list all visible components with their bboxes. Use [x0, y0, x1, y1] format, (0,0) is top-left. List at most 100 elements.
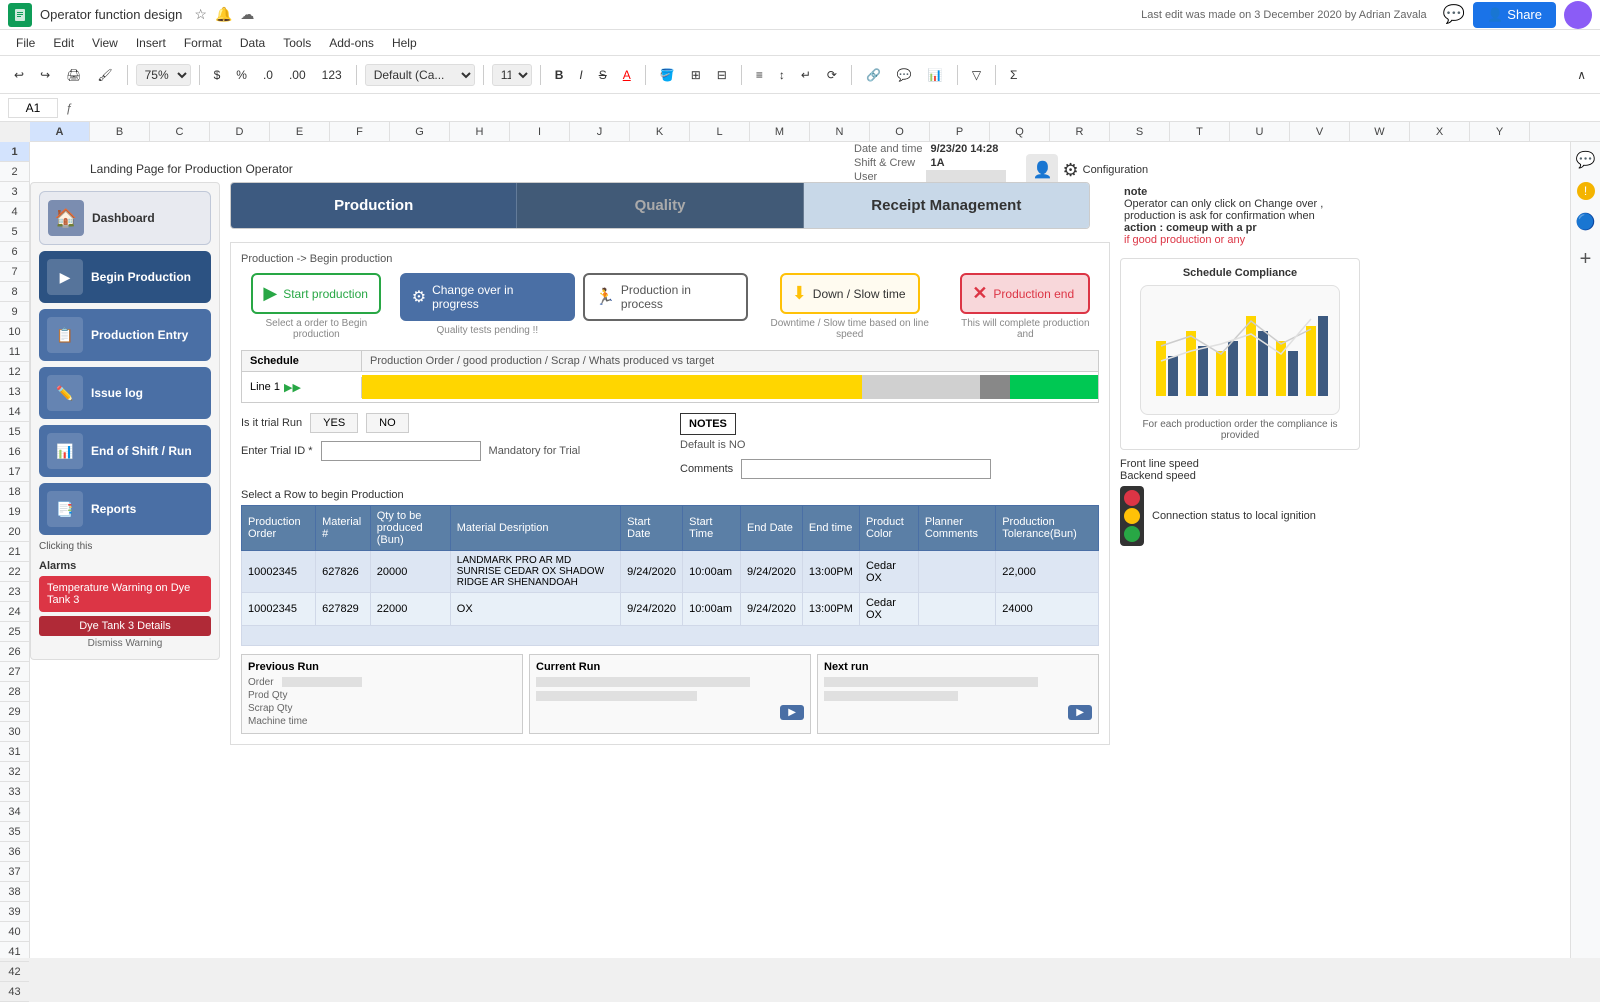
- strikethrough-button[interactable]: S: [593, 65, 613, 85]
- alarm-detail-button[interactable]: Dye Tank 3 Details: [39, 616, 211, 636]
- clicking-label: Clicking this: [39, 541, 211, 552]
- merge-button[interactable]: ⊟: [711, 65, 733, 85]
- menu-addons[interactable]: Add-ons: [321, 34, 382, 52]
- col-header-x: X: [1410, 122, 1470, 141]
- zoom-select[interactable]: 75%: [136, 64, 191, 86]
- yes-button[interactable]: YES: [310, 413, 358, 433]
- sep6: [645, 65, 646, 85]
- col-header-g: G: [390, 122, 450, 141]
- decimal-inc-button[interactable]: .00: [283, 65, 312, 85]
- sidebar-item-production-entry[interactable]: 📋 Production Entry: [39, 309, 211, 361]
- row-29: 29: [0, 702, 29, 722]
- mandatory-label: Mandatory for Trial: [489, 445, 581, 457]
- changeover-button[interactable]: ⚙ Change over in progress: [400, 273, 575, 321]
- tab-receipt[interactable]: Receipt Management: [804, 183, 1089, 228]
- col-header-j: J: [570, 122, 630, 141]
- format-123-button[interactable]: 123: [316, 65, 348, 85]
- next-view-button[interactable]: ▶: [1068, 705, 1092, 720]
- tab-production[interactable]: Production: [231, 183, 517, 228]
- print-button[interactable]: 🖨: [60, 65, 87, 85]
- menu-view[interactable]: View: [84, 34, 126, 52]
- drive-icon[interactable]: 🔔: [215, 6, 232, 23]
- sidebar-item-reports[interactable]: 📑 Reports: [39, 483, 211, 535]
- process-button[interactable]: 🏃 Production in process: [583, 273, 748, 321]
- sep5: [540, 65, 541, 85]
- datetime-value: 9/23/20 14:28: [926, 142, 1006, 156]
- dismiss-warning-button[interactable]: Dismiss Warning: [88, 638, 163, 649]
- row-30: 30: [0, 722, 29, 742]
- sidebar-item-issue-log[interactable]: ✏️ Issue log: [39, 367, 211, 419]
- collapse-button[interactable]: ∧: [1571, 65, 1592, 85]
- sidebar-item-end-shift[interactable]: 📊 End of Shift / Run: [39, 425, 211, 477]
- breadcrumb: Production -> Begin production: [241, 253, 1099, 265]
- production-end-button[interactable]: ✕ Production end: [960, 273, 1090, 314]
- col-header-p: P: [930, 122, 990, 141]
- people-icon[interactable]: 🔵: [1576, 212, 1596, 232]
- table-row[interactable]: [242, 626, 1099, 646]
- size-select[interactable]: 11: [492, 64, 532, 86]
- italic-button[interactable]: I: [573, 65, 588, 85]
- comments-icon[interactable]: 💬: [1443, 4, 1465, 25]
- comments-input[interactable]: [741, 459, 991, 479]
- sidebar-item-begin-production[interactable]: ▶ Begin Production: [39, 251, 211, 303]
- borders-button[interactable]: ⊞: [685, 65, 707, 85]
- th-start-date: Start Date: [621, 506, 683, 551]
- menu-tools[interactable]: Tools: [275, 34, 319, 52]
- menu-help[interactable]: Help: [384, 34, 425, 52]
- cell-reference[interactable]: [8, 98, 58, 118]
- share-button[interactable]: 👤 Share: [1473, 2, 1556, 28]
- table-row[interactable]: 10002345 627829 22000 OX 9/24/2020 10:00…: [242, 593, 1099, 626]
- comment-button[interactable]: 💬: [891, 65, 918, 85]
- decimal-dec-button[interactable]: .0: [257, 65, 279, 85]
- font-color-button[interactable]: A: [617, 65, 637, 85]
- add-icon[interactable]: +: [1580, 248, 1592, 271]
- chat-icon[interactable]: 💬: [1576, 150, 1596, 170]
- sigma-button[interactable]: Σ: [1004, 65, 1023, 85]
- start-sublabel: Select a order to Begin production: [241, 318, 392, 340]
- menu-data[interactable]: Data: [232, 34, 273, 52]
- menu-edit[interactable]: Edit: [45, 34, 82, 52]
- row-11: 11: [0, 342, 29, 362]
- filter-button[interactable]: ▽: [966, 65, 987, 85]
- fill-color-button[interactable]: 🪣: [654, 65, 681, 85]
- datetime-label: Date and time: [850, 142, 926, 156]
- cloud-icon[interactable]: ☁: [240, 6, 254, 23]
- star-icon[interactable]: ☆: [194, 6, 207, 23]
- table-row[interactable]: 10002345 627826 20000 LANDMARK PRO AR MD…: [242, 551, 1099, 593]
- paint-format-button[interactable]: 🖌: [91, 65, 118, 85]
- trial-id-input[interactable]: [321, 441, 481, 461]
- th-qty: Qty to be produced (Bun): [370, 506, 450, 551]
- gear-icon[interactable]: ⚙: [1062, 160, 1078, 181]
- formula-input[interactable]: [81, 99, 1592, 117]
- text-rotate-button[interactable]: ⟳: [821, 65, 843, 85]
- valign-button[interactable]: ↕: [773, 65, 791, 85]
- menu-file[interactable]: File: [8, 34, 43, 52]
- start-production-button[interactable]: ▶ Start production: [251, 273, 381, 314]
- tab-quality[interactable]: Quality: [517, 183, 803, 228]
- redo-button[interactable]: ↪: [34, 65, 56, 85]
- col-header-m: M: [750, 122, 810, 141]
- menu-format[interactable]: Format: [176, 34, 230, 52]
- reports-label: Reports: [91, 502, 136, 516]
- col-header-s: S: [1110, 122, 1170, 141]
- previous-run-title: Previous Run: [248, 661, 516, 673]
- currency-button[interactable]: $: [208, 65, 227, 85]
- font-select[interactable]: Default (Ca...: [365, 64, 475, 86]
- menu-insert[interactable]: Insert: [128, 34, 174, 52]
- history-icon[interactable]: !: [1577, 182, 1595, 200]
- right-sidebar: 💬 ! 🔵 +: [1570, 142, 1600, 958]
- no-button[interactable]: NO: [366, 413, 409, 433]
- link-button[interactable]: 🔗: [860, 65, 887, 85]
- downtime-button[interactable]: ⬇ Down / Slow time: [780, 273, 920, 314]
- percent-button[interactable]: %: [230, 65, 253, 85]
- end-shift-icon: 📊: [47, 433, 83, 469]
- form-section: Is it trial Run YES NO Enter Trial ID * …: [241, 413, 1099, 479]
- undo-button[interactable]: ↩: [8, 65, 30, 85]
- production-main-area: Production -> Begin production ▶ Start p…: [230, 242, 1110, 745]
- text-wrap-button[interactable]: ↵: [795, 65, 817, 85]
- halign-button[interactable]: ≡: [750, 65, 769, 85]
- chart-button[interactable]: 📊: [922, 65, 949, 85]
- current-view-button[interactable]: ▶: [780, 705, 804, 720]
- sidebar-item-dashboard[interactable]: 🏠 Dashboard: [39, 191, 211, 245]
- bold-button[interactable]: B: [549, 65, 570, 85]
